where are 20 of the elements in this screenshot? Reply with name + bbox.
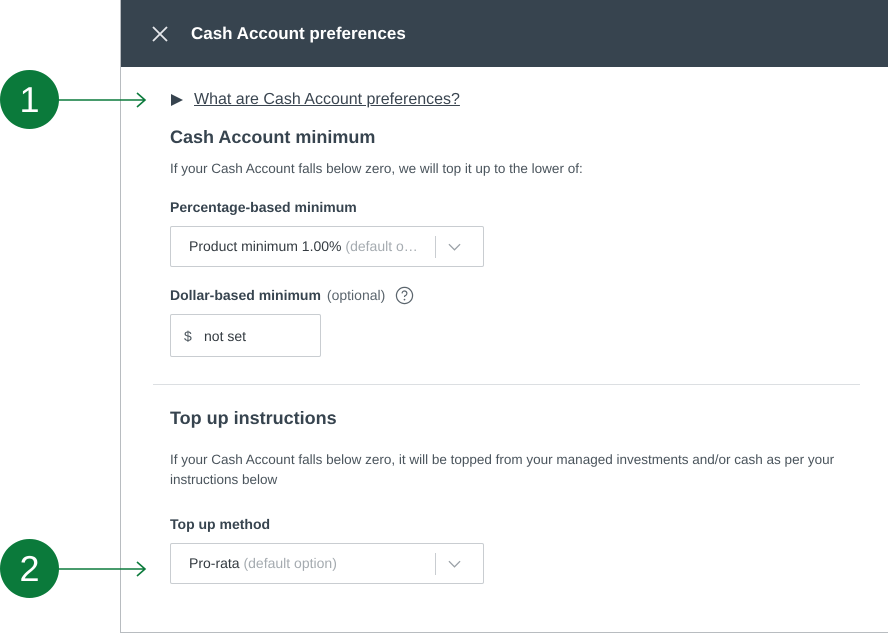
field-label: Top up method <box>170 515 270 534</box>
chevron-down-icon <box>448 242 461 250</box>
help-link[interactable]: What are Cash Account preferences? <box>194 88 460 112</box>
currency-prefix: $ <box>184 327 192 346</box>
chevron-down-icon <box>448 560 461 568</box>
panel-title: Cash Account preferences <box>191 22 406 45</box>
dropdown[interactable]: Pro-rata (default option) <box>170 543 484 584</box>
close-icon[interactable] <box>151 24 169 42</box>
field-label: Dollar-based minimum <box>170 286 321 305</box>
callout-marker: 2 <box>0 539 59 598</box>
help-icon[interactable] <box>395 286 414 305</box>
field-label: Percentage-based minimum <box>170 198 357 217</box>
callout-marker: 1 <box>0 70 59 129</box>
expand-triangle-icon[interactable] <box>170 93 184 107</box>
optional-note: (optional) <box>326 286 386 305</box>
section-description: If your Cash Account falls below zero, we will top it up to the lower of: <box>170 160 584 178</box>
section-heading: Top up instructions <box>170 407 338 430</box>
section-heading: Cash Account minimum <box>170 126 376 149</box>
section-description: If your Cash Account falls below zero, it will be topped from your managed investments and/or cash as per your instructions below <box>170 451 836 489</box>
dropdown[interactable]: Product minimum 1.00% (default o… <box>170 226 484 267</box>
